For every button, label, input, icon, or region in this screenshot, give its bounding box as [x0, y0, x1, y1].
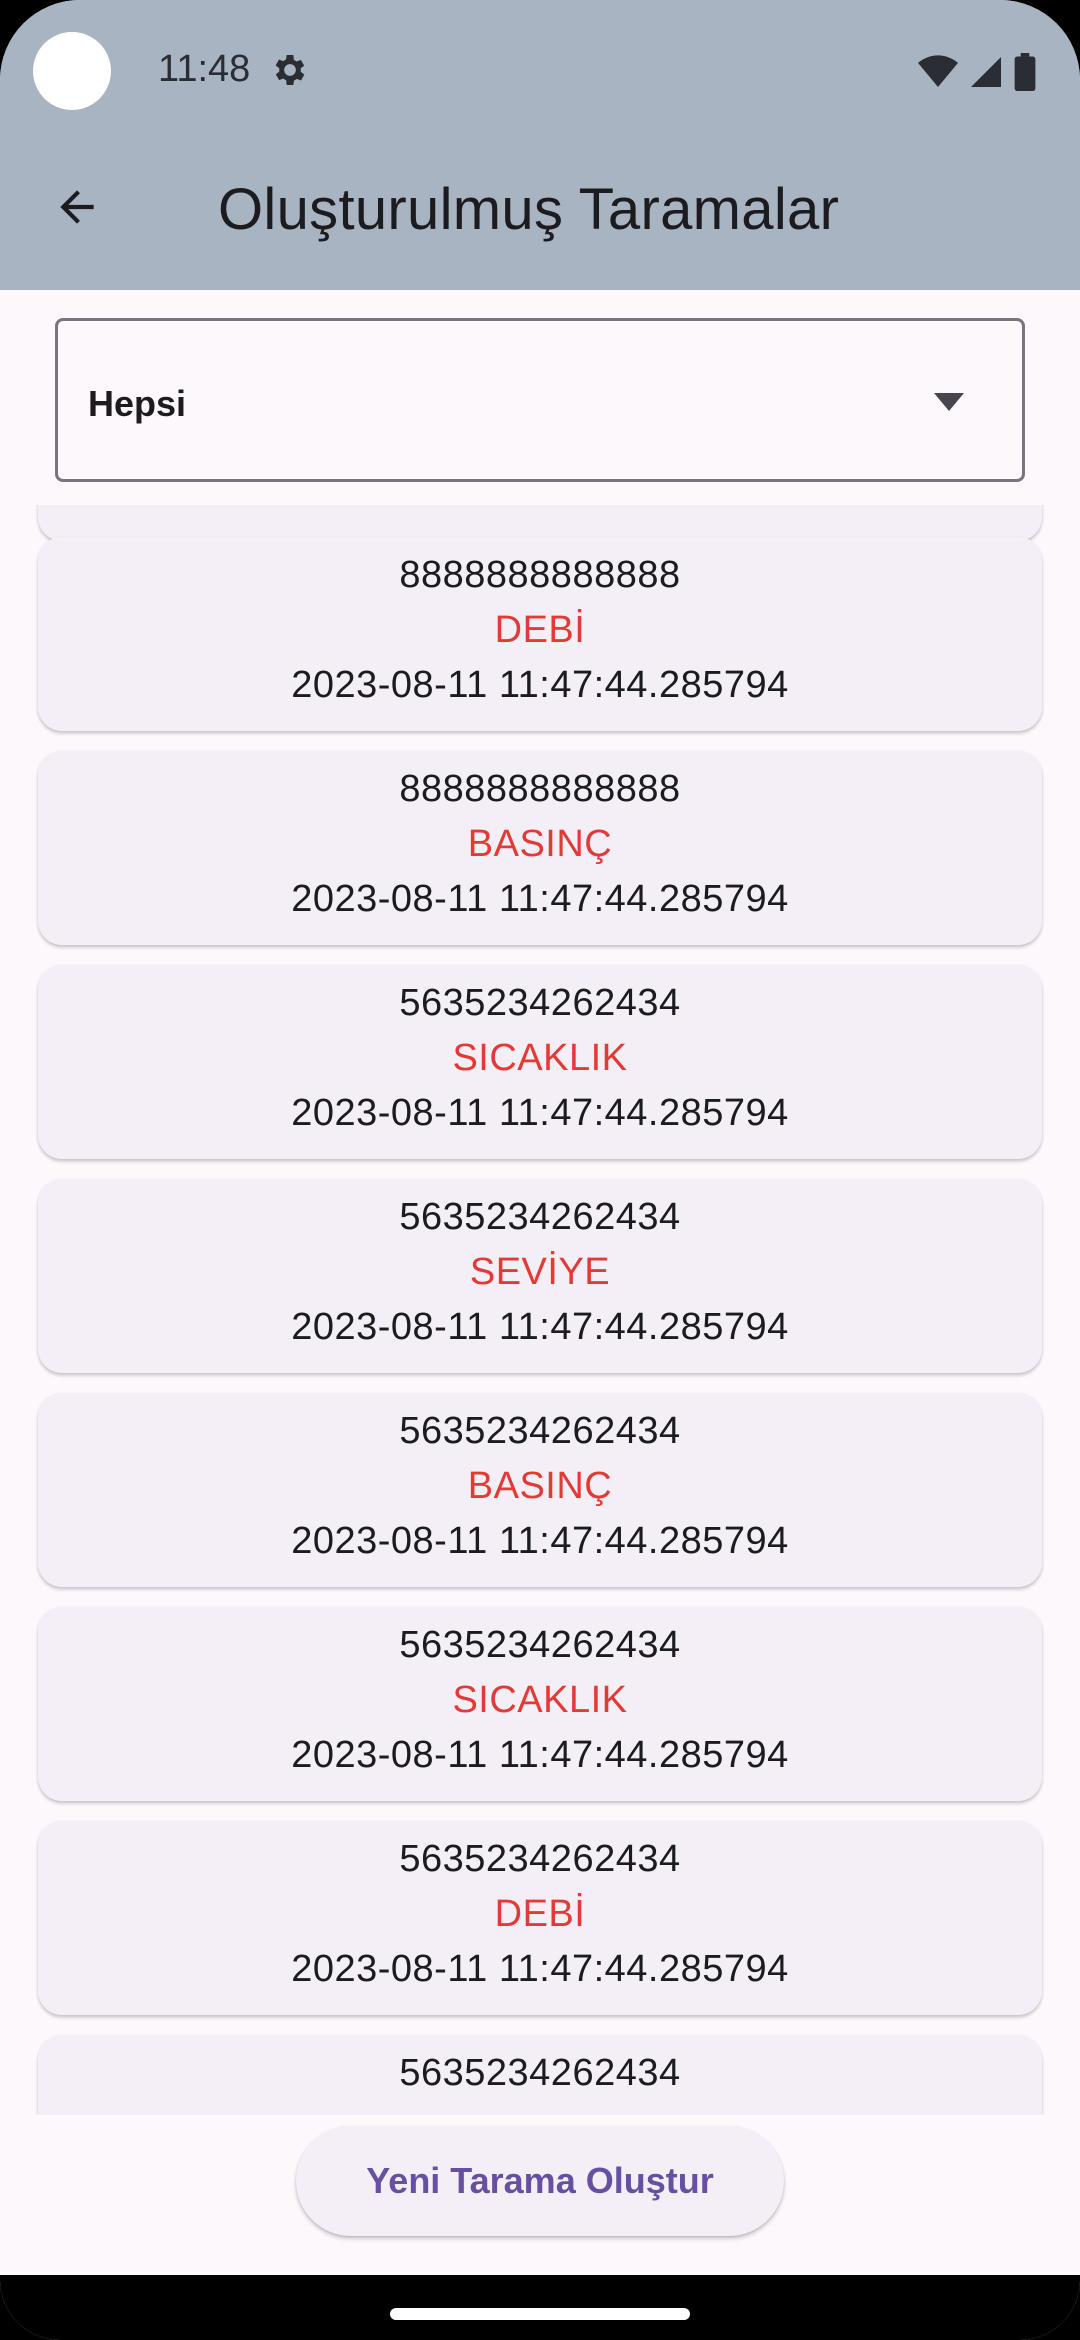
scan-card[interactable]: 5635234262434 SICAKLIK 2023-08-11 11:47:…: [38, 1607, 1042, 1801]
arrow-left-icon: [60, 190, 94, 224]
home-gesture-handle[interactable]: [390, 2308, 690, 2320]
status-icons: [918, 52, 1036, 92]
system-nav-bar: [0, 2275, 1080, 2340]
scan-type: DEBİ: [494, 1893, 586, 1935]
scan-id: 8888888888888: [399, 554, 681, 596]
scan-date: 2023-08-11 11:47:44.285794: [291, 1734, 789, 1776]
filter-selected-value: Hepsi: [88, 383, 187, 424]
scan-card[interactable]: 5635234262434 DEBİ 2023-08-11 11:47:44.2…: [38, 1821, 1042, 2015]
back-button[interactable]: [40, 170, 114, 244]
scan-type: SEVİYE: [469, 1251, 611, 1293]
scan-date: 2023-08-11 11:47:44.285794: [291, 1948, 789, 1990]
signal-icon: [971, 57, 1001, 87]
scan-card[interactable]: 5635234262434 SEVİYE 2023-08-11 11:47:44…: [38, 1179, 1042, 1373]
scan-type: BASINÇ: [467, 1465, 613, 1507]
scan-card[interactable]: 8888888888888 DEBİ 2023-08-11 11:47:44.2…: [38, 537, 1042, 731]
wifi-icon: [918, 55, 958, 87]
scan-id: 5635234262434: [399, 1838, 681, 1880]
gear-icon: [275, 55, 305, 85]
camera-cutout: [33, 32, 111, 110]
scan-id: 8888888888888: [399, 768, 681, 810]
scan-card[interactable]: 5635234262434: [38, 2035, 1042, 2115]
scan-date: 2023-08-11 11:47:44.285794: [291, 1092, 789, 1134]
scan-date: 2023-08-11 11:47:44.285794: [291, 664, 789, 706]
new-scan-button[interactable]: Yeni Tarama Oluştur: [296, 2126, 784, 2236]
screen: 11:48 Oluşturulmuş Taramalar Hepsi 88888…: [0, 0, 1080, 2340]
scan-card-partial-top[interactable]: [38, 505, 1042, 541]
scan-type: SICAKLIK: [452, 1037, 628, 1079]
status-time: 11:48: [158, 48, 251, 90]
scan-card[interactable]: 5635234262434 BASINÇ 2023-08-11 11:47:44…: [38, 1393, 1042, 1587]
page-title: Oluşturulmuş Taramalar: [218, 177, 840, 242]
scan-id: 5635234262434: [399, 1196, 681, 1238]
filter-dropdown[interactable]: Hepsi: [55, 318, 1025, 482]
scan-type: DEBİ: [494, 609, 586, 651]
scan-type: SICAKLIK: [452, 1679, 628, 1721]
scan-date: 2023-08-11 11:47:44.285794: [291, 878, 789, 920]
scan-date: 2023-08-11 11:47:44.285794: [291, 1520, 789, 1562]
scan-list[interactable]: 8888888888888 DEBİ 2023-08-11 11:47:44.2…: [0, 505, 1080, 2115]
scan-id: 5635234262434: [399, 1624, 681, 1666]
scan-id: 5635234262434: [399, 1410, 681, 1452]
scan-card[interactable]: 5635234262434 SICAKLIK 2023-08-11 11:47:…: [38, 965, 1042, 1159]
top-app-bar: 11:48 Oluşturulmuş Taramalar: [0, 0, 1080, 290]
battery-icon: [1014, 53, 1036, 91]
scan-id: 5635234262434: [399, 982, 681, 1024]
scan-id: 5635234262434: [399, 2052, 681, 2094]
dropdown-arrow-icon: [934, 393, 964, 411]
scan-type: BASINÇ: [467, 823, 613, 865]
scan-date: 2023-08-11 11:47:44.285794: [291, 1306, 789, 1348]
scan-card[interactable]: 8888888888888 BASINÇ 2023-08-11 11:47:44…: [38, 751, 1042, 945]
